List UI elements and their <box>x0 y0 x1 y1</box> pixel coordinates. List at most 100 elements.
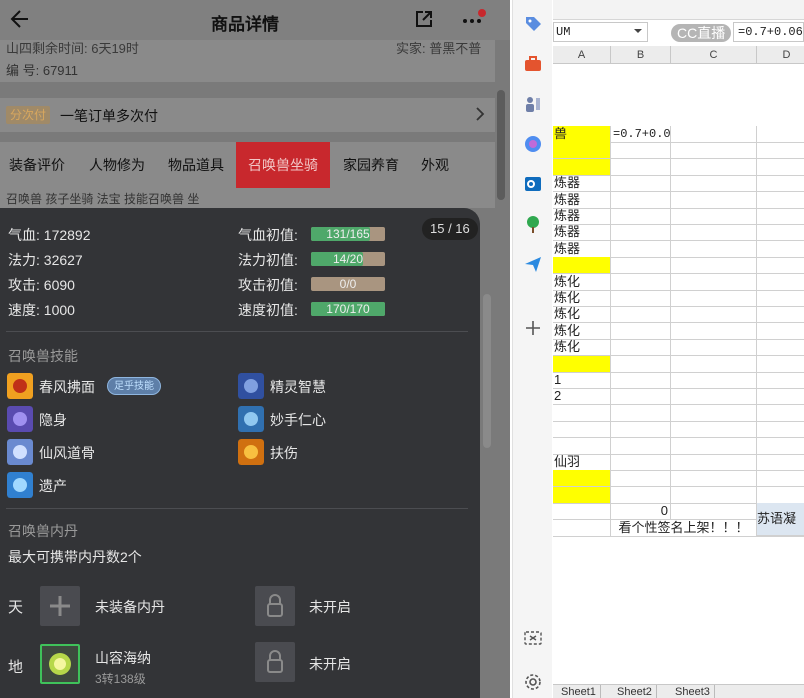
sheet-tab-1[interactable]: Sheet1 <box>557 685 601 698</box>
add-icon[interactable] <box>523 318 543 338</box>
sheet-cell[interactable] <box>757 438 804 455</box>
sheet-cell[interactable] <box>757 421 804 439</box>
sheet-cell[interactable] <box>611 175 671 193</box>
sheet-cell[interactable] <box>611 290 671 307</box>
sheet-cell[interactable] <box>757 274 804 291</box>
sheet-cell[interactable] <box>671 503 757 521</box>
skill-item[interactable]: 仙风道骨 <box>7 439 207 465</box>
tab-appearance[interactable]: 外观 <box>412 142 458 188</box>
sheet-cell[interactable] <box>671 208 757 225</box>
sheet-cell[interactable] <box>611 257 671 275</box>
sheet-cell[interactable] <box>671 191 757 209</box>
skill-item[interactable]: 遗产 <box>7 472 207 498</box>
sheet-cell[interactable] <box>671 126 757 143</box>
sheet-cell[interactable]: 0 <box>611 503 671 521</box>
sheet-cell[interactable]: =0.7+0.06+ <box>611 126 671 143</box>
toolbox-icon[interactable] <box>523 54 543 74</box>
sheet-cell[interactable] <box>671 404 757 422</box>
sheet-cell[interactable] <box>757 356 804 373</box>
sheet-cell[interactable] <box>611 355 671 373</box>
sheet-cell[interactable] <box>611 388 671 406</box>
sheet-cell[interactable]: 仙羽 <box>553 454 611 471</box>
sheet-cell[interactable] <box>757 290 804 307</box>
sheet-tab-2[interactable]: Sheet2 <box>613 685 657 698</box>
sheet-cell[interactable] <box>611 191 671 209</box>
sheet-cell[interactable]: 炼化 <box>553 339 611 357</box>
sheet-cell[interactable]: 炼器 <box>553 175 611 193</box>
sheet-cell[interactable] <box>671 388 757 406</box>
sheet-cell[interactable]: 炼化 <box>553 290 611 307</box>
settings-gear-icon[interactable] <box>523 672 543 692</box>
sheet-cell[interactable] <box>611 454 671 471</box>
screenshot-icon[interactable] <box>523 628 543 648</box>
sheet-cell[interactable] <box>611 339 671 357</box>
column-b-header[interactable]: B <box>611 46 671 64</box>
sheet-cell[interactable] <box>671 306 757 324</box>
sheet-cell[interactable] <box>553 503 611 521</box>
tab-character-cultivation[interactable]: 人物修为 <box>80 142 154 188</box>
sheet-cell[interactable] <box>611 142 671 160</box>
formula-bar[interactable]: =0.7+0.06 <box>733 22 804 42</box>
skill-item[interactable]: 精灵智慧 <box>238 373 438 399</box>
sheet-cell[interactable] <box>553 519 611 537</box>
send-icon[interactable] <box>523 254 543 274</box>
tab-equipment-review[interactable]: 装备评价 <box>0 142 74 188</box>
sheet-cell[interactable] <box>611 240 671 258</box>
sheet-cell[interactable] <box>553 421 611 439</box>
sheet-cell[interactable] <box>671 355 757 373</box>
sheet-cell[interactable] <box>671 224 757 242</box>
sheet-cell[interactable] <box>757 405 804 422</box>
sheet-cell[interactable] <box>671 470 757 488</box>
sheet-cell[interactable] <box>757 470 804 488</box>
chevron-right-icon[interactable] <box>474 106 486 122</box>
sheet-cell[interactable] <box>553 257 611 275</box>
sheet-cell[interactable] <box>611 208 671 225</box>
sheet-cell[interactable] <box>757 224 804 242</box>
column-c-header[interactable]: C <box>671 46 757 64</box>
sheet-cell[interactable]: 2 <box>553 388 611 406</box>
sheet-cell[interactable] <box>757 487 804 504</box>
sheet-cell[interactable] <box>611 437 671 455</box>
chess-icon[interactable] <box>523 94 543 114</box>
sheet-cell[interactable] <box>553 142 611 160</box>
sheet-cell[interactable] <box>757 339 804 357</box>
sheet-cell[interactable] <box>671 421 757 439</box>
sheet-cell[interactable] <box>671 372 757 389</box>
tab-summons-mounts[interactable]: 召唤兽坐骑 <box>236 142 330 188</box>
sheet-cell[interactable] <box>757 241 804 258</box>
sheet-cell[interactable] <box>671 175 757 193</box>
sheet-cell[interactable] <box>611 421 671 439</box>
popup-scrollbar[interactable] <box>483 294 491 448</box>
sheet-cell[interactable]: 看个性签名上架！！！ <box>611 519 757 537</box>
sheet-cell[interactable] <box>757 126 804 143</box>
sheet-cell[interactable] <box>757 323 804 340</box>
sheet-cell[interactable] <box>611 273 671 291</box>
sheet-cell[interactable] <box>553 437 611 455</box>
tag-icon[interactable] <box>523 14 543 34</box>
sheet-cell[interactable] <box>671 437 757 455</box>
sheet-cell[interactable]: 炼器 <box>553 208 611 225</box>
sheet-cell[interactable] <box>553 486 611 504</box>
column-a-header[interactable]: A <box>553 46 611 64</box>
sheet-cell[interactable] <box>611 306 671 324</box>
sheet-cell[interactable]: 兽 <box>553 126 611 143</box>
sheet-cell[interactable] <box>671 486 757 504</box>
chevron-down-icon[interactable] <box>633 26 643 36</box>
page-scrollbar[interactable] <box>497 90 505 200</box>
copilot-icon[interactable] <box>523 134 543 154</box>
sheet-cell[interactable] <box>553 470 611 488</box>
sheet-cell[interactable]: 1 <box>553 372 611 389</box>
sheet-cell[interactable] <box>611 372 671 389</box>
more-options-icon[interactable] <box>460 6 486 32</box>
equipped-neidan-slot[interactable] <box>40 644 80 684</box>
sheet-cell[interactable] <box>553 404 611 422</box>
sheet-cell[interactable] <box>611 322 671 340</box>
sheet-cell[interactable] <box>671 273 757 291</box>
skill-item[interactable]: 妙手仁心 <box>238 406 438 432</box>
sheet-cell[interactable] <box>611 224 671 242</box>
sheet-cell[interactable] <box>757 159 804 176</box>
sheet-tab-3[interactable]: Sheet3 <box>671 685 715 698</box>
tree-icon[interactable] <box>523 214 543 234</box>
sheet-cell[interactable]: 炼化 <box>553 306 611 324</box>
skill-item[interactable]: 扶伤 <box>238 439 438 465</box>
